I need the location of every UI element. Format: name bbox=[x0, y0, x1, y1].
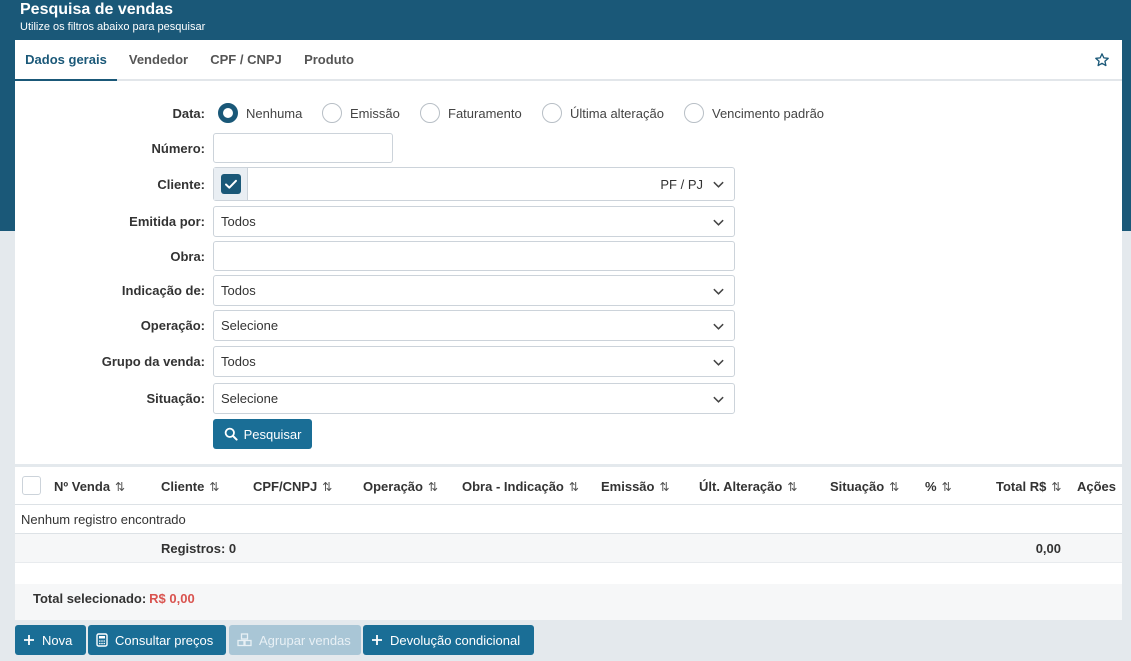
radio-circle bbox=[218, 103, 238, 123]
tab-dados-gerais[interactable]: Dados gerais bbox=[15, 40, 117, 81]
radio-ultima-alteracao[interactable]: Última alteração bbox=[542, 103, 664, 123]
grupo-label: Grupo da venda: bbox=[101, 354, 205, 369]
sort-icon: ⇅ bbox=[568, 480, 579, 494]
total-selecionado: Total selecionado: R$ 0,00 bbox=[15, 584, 1122, 620]
nova-label: Nova bbox=[42, 632, 73, 648]
chevron-down-icon bbox=[713, 359, 724, 366]
obra-input[interactable] bbox=[213, 241, 735, 271]
chevron-down-icon bbox=[713, 323, 724, 330]
tab-produto[interactable]: Produto bbox=[298, 40, 360, 81]
cliente-checkbox[interactable] bbox=[221, 174, 241, 194]
sort-icon: ⇅ bbox=[1051, 480, 1062, 494]
search-icon bbox=[224, 427, 238, 441]
sort-icon: ⇅ bbox=[889, 480, 900, 494]
page-title: Pesquisa de vendas bbox=[20, 1, 173, 18]
radio-nenhuma[interactable]: Nenhuma bbox=[218, 103, 302, 123]
table-row: Nenhum registro encontrado bbox=[15, 505, 1122, 534]
table-header: Nº Venda ⇅ Cliente ⇅ CPF/CNPJ ⇅ Operação ⇅ O… bbox=[15, 467, 1122, 505]
sort-icon: ⇅ bbox=[787, 480, 798, 494]
nova-button[interactable]: Nova bbox=[15, 625, 86, 655]
col-cliente[interactable]: Cliente ⇅ bbox=[161, 479, 219, 494]
chevron-down-icon bbox=[713, 181, 724, 188]
emitida-value: Todos bbox=[221, 214, 256, 229]
indicacao-value: Todos bbox=[221, 283, 256, 298]
cliente-checkbox-wrap bbox=[214, 168, 248, 200]
col-percent[interactable]: % ⇅ bbox=[925, 479, 952, 494]
results-table: Nº Venda ⇅ Cliente ⇅ CPF/CNPJ ⇅ Operação ⇅ O… bbox=[15, 467, 1122, 620]
operacao-value: Selecione bbox=[221, 318, 279, 333]
cliente-field[interactable]: PF / PJ bbox=[213, 167, 735, 201]
numero-label: Número: bbox=[151, 141, 205, 156]
col-acoes: Ações bbox=[1077, 479, 1117, 494]
tab-vendedor[interactable]: Vendedor bbox=[122, 40, 195, 81]
radio-circle bbox=[684, 103, 704, 123]
data-label: Data: bbox=[172, 106, 205, 121]
col-numero-venda[interactable]: Nº Venda ⇅ bbox=[54, 479, 125, 494]
sort-icon: ⇅ bbox=[115, 480, 126, 494]
emitida-label: Emitida por: bbox=[129, 214, 205, 229]
devolucao-condicional-button[interactable]: Devolução condicional bbox=[363, 625, 534, 655]
table-footer: Registros: 0 0,00 bbox=[15, 534, 1122, 563]
total-value: 0,00 bbox=[1035, 541, 1061, 556]
situacao-select[interactable]: Selecione bbox=[213, 383, 735, 414]
search-button[interactable]: Pesquisar bbox=[213, 419, 312, 449]
consultar-label: Consultar preços bbox=[115, 632, 214, 648]
select-all-checkbox[interactable] bbox=[22, 476, 41, 495]
check-icon bbox=[225, 179, 237, 189]
agrupar-vendas-button[interactable]: Agrupar vendas bbox=[229, 625, 361, 655]
sort-icon: ⇅ bbox=[427, 480, 439, 494]
devolucao-label: Devolução condicional bbox=[390, 632, 521, 648]
col-obra-indicacao[interactable]: Obra - Indicação ⇅ bbox=[462, 479, 579, 494]
cliente-label: Cliente: bbox=[157, 177, 205, 192]
emitida-select[interactable]: Todos bbox=[213, 206, 735, 237]
radio-emissao[interactable]: Emissão bbox=[322, 103, 400, 123]
radio-faturamento[interactable]: Faturamento bbox=[420, 103, 522, 123]
total-selecionado-label: Total selecionado: R$ 0,00 bbox=[33, 591, 195, 606]
operacao-select[interactable]: Selecione bbox=[213, 310, 735, 341]
sort-icon: ⇅ bbox=[659, 480, 670, 494]
situacao-label: Situação: bbox=[146, 391, 205, 406]
chevron-down-icon bbox=[713, 396, 724, 403]
obra-label: Obra: bbox=[170, 249, 205, 264]
situacao-value: Selecione bbox=[221, 391, 279, 406]
filter-panel: Dados gerais Vendedor CPF / CNPJ Produto… bbox=[15, 40, 1122, 464]
cubes-icon bbox=[237, 633, 252, 647]
total-selecionado-value: R$ 0,00 bbox=[149, 591, 195, 606]
radio-vencimento-padrao[interactable]: Vencimento padrão bbox=[684, 103, 824, 123]
consultar-precos-button[interactable]: Consultar preços bbox=[88, 625, 226, 655]
col-cpf-cnpj[interactable]: CPF/CNPJ ⇅ bbox=[253, 479, 332, 494]
grupo-select[interactable]: Todos bbox=[213, 346, 735, 377]
tab-cpf-cnpj[interactable]: CPF / CNPJ bbox=[204, 40, 288, 81]
plus-icon bbox=[24, 635, 34, 645]
col-operacao[interactable]: Operação ⇅ bbox=[363, 479, 438, 494]
col-ultima-alteracao[interactable]: Últ. Alteração ⇅ bbox=[699, 479, 797, 494]
sort-icon: ⇅ bbox=[322, 480, 333, 494]
search-button-label: Pesquisar bbox=[243, 426, 302, 442]
indicacao-select[interactable]: Todos bbox=[213, 275, 735, 306]
chevron-down-icon bbox=[713, 288, 724, 295]
indicacao-label: Indicação de: bbox=[121, 283, 205, 298]
star-icon[interactable] bbox=[1094, 52, 1110, 68]
sort-icon: ⇅ bbox=[941, 480, 952, 494]
col-situacao[interactable]: Situação ⇅ bbox=[830, 479, 899, 494]
radio-circle bbox=[542, 103, 562, 123]
cliente-type-select[interactable]: PF / PJ bbox=[660, 177, 703, 192]
calculator-icon bbox=[96, 633, 108, 647]
agrupar-label: Agrupar vendas bbox=[259, 632, 351, 648]
radio-circle bbox=[420, 103, 440, 123]
col-emissao[interactable]: Emissão ⇅ bbox=[601, 479, 670, 494]
col-total[interactable]: Total R$ ⇅ bbox=[996, 479, 1061, 494]
grupo-value: Todos bbox=[221, 354, 256, 369]
operacao-label: Operação: bbox=[140, 318, 205, 333]
empty-message: Nenhum registro encontrado bbox=[21, 512, 186, 527]
tab-bar: Dados gerais Vendedor CPF / CNPJ Produto bbox=[15, 40, 1122, 81]
numero-input[interactable] bbox=[213, 133, 393, 163]
sort-icon: ⇅ bbox=[209, 480, 220, 494]
radio-circle bbox=[322, 103, 342, 123]
plus-icon bbox=[372, 635, 382, 645]
registros-count: Registros: 0 bbox=[161, 541, 237, 556]
page-subtitle: Utilize os filtros abaixo para pesquisar bbox=[20, 21, 206, 33]
chevron-down-icon bbox=[713, 219, 724, 226]
